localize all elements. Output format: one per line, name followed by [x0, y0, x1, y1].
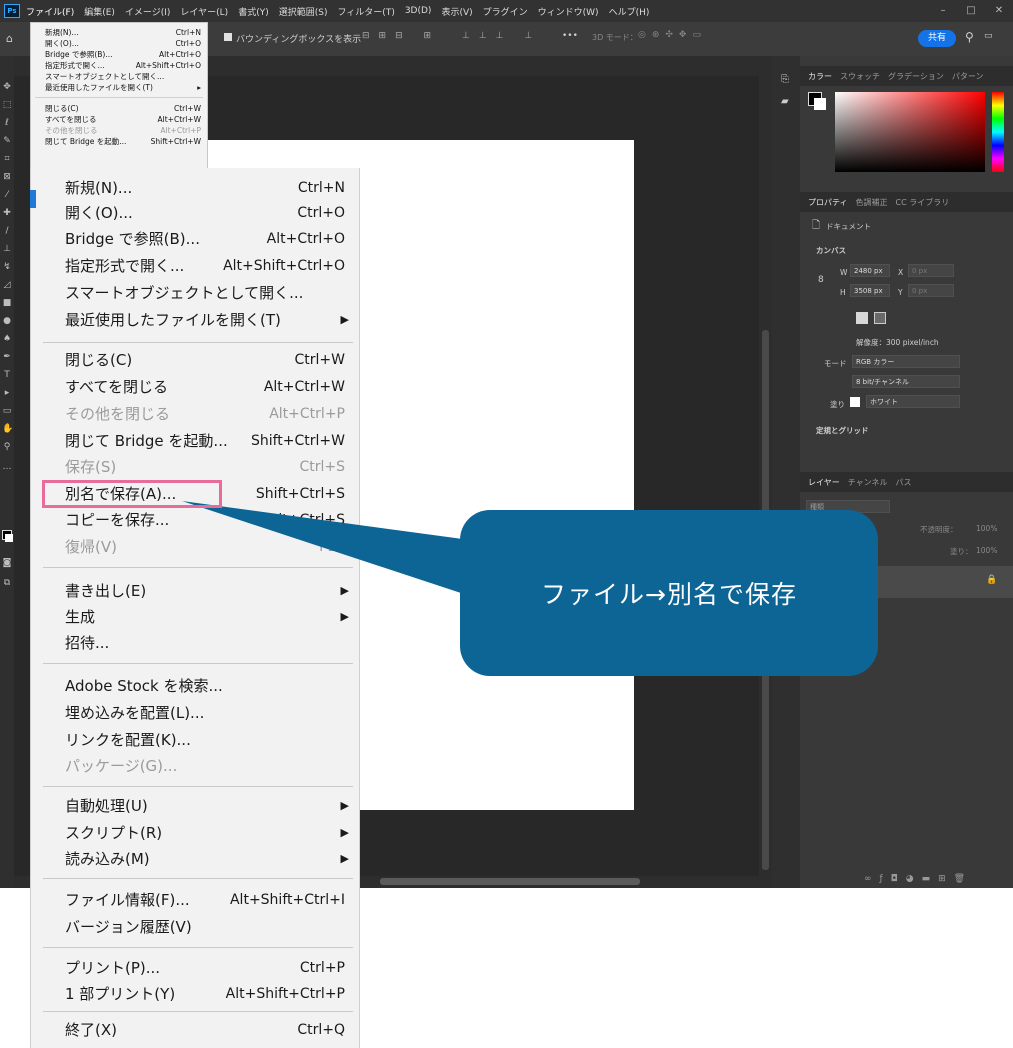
save-as-highlight-box — [42, 480, 222, 508]
callout-text: ファイル→別名で保存 — [541, 580, 797, 609]
instruction-callout: ファイル→別名で保存 — [460, 510, 878, 676]
callout-pointer-shape — [182, 501, 470, 596]
